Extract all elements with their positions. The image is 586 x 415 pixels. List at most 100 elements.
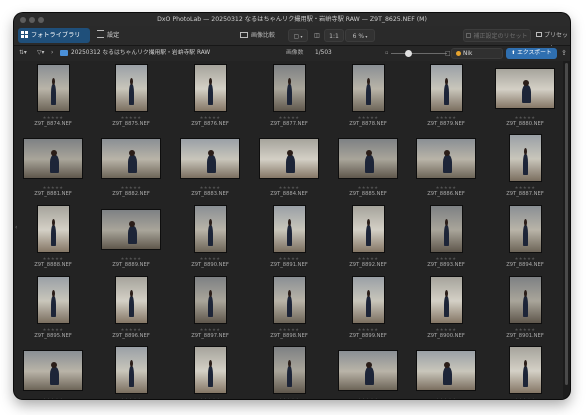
thumbnail-cell[interactable]: ★★★★★ Z9T_8890.NEF: [171, 205, 249, 272]
thumbnail-cell[interactable]: ★★★★★ Z9T_8892.NEF: [329, 205, 407, 272]
thumbnail-cell[interactable]: ★★★★★Z9T_8907.NEF: [407, 347, 485, 399]
rating-stars[interactable]: ★★★★★: [486, 185, 563, 190]
filter-icon[interactable]: ▽▾: [37, 46, 44, 61]
thumbnail-image[interactable]: [416, 137, 476, 179]
thumbnail-image[interactable]: [272, 64, 306, 112]
thumbnail-image[interactable]: [272, 205, 306, 253]
thumbnail-cell[interactable]: ★★★★★ Z9T_8877.NEF: [250, 64, 328, 131]
rating-stars[interactable]: ★★★★★: [407, 185, 485, 190]
left-panel-arrow-icon[interactable]: ‹: [15, 225, 17, 231]
preset-button[interactable]: プリセット: [534, 29, 570, 52]
thumbnail-cell[interactable]: ★★★★★ Z9T_8876.NEF: [171, 64, 249, 131]
thumbnail-image[interactable]: [114, 346, 148, 394]
thumbnail-image[interactable]: [193, 205, 227, 253]
tab-settings[interactable]: 設定: [94, 28, 142, 43]
thumbnail-image[interactable]: [193, 346, 227, 394]
rating-stars[interactable]: ★★★★★: [14, 397, 92, 399]
thumbnail-cell[interactable]: ★★★★★ Z9T_8894.NEF: [486, 205, 563, 272]
thumbnail-image[interactable]: [416, 349, 476, 391]
thumbnail-cell[interactable]: ★★★★★ Z9T_8896.NEF: [92, 276, 170, 343]
rating-stars[interactable]: ★★★★★: [486, 397, 563, 399]
zoom-dropdown[interactable]: 6 % ▾: [345, 29, 375, 42]
rating-stars[interactable]: ★★★★★: [171, 185, 249, 190]
thumbnail-cell[interactable]: ★★★★★ Z9T_8874.NEF: [14, 64, 92, 131]
rating-stars[interactable]: ★★★★★: [250, 327, 328, 332]
zoom-in-icon[interactable]: □: [445, 46, 451, 61]
rating-stars[interactable]: ★★★★★: [486, 115, 563, 120]
nik-collection-button[interactable]: Nik Collection: [451, 48, 503, 68]
thumbnail-image[interactable]: [351, 205, 385, 253]
thumbnail-image[interactable]: [36, 276, 70, 324]
rating-stars[interactable]: ★★★★★: [92, 115, 170, 120]
export-button[interactable]: ⬆ エクスポート: [506, 48, 557, 59]
thumbnail-image[interactable]: [508, 134, 542, 182]
thumbnail-cell[interactable]: ★★★★★ Z9T_8899.NEF: [329, 276, 407, 343]
rating-stars[interactable]: ★★★★★: [486, 256, 563, 261]
rating-stars[interactable]: ★★★★★: [92, 256, 170, 261]
thumbnail-image[interactable]: [36, 64, 70, 112]
thumbnail-image[interactable]: [272, 276, 306, 324]
rating-stars[interactable]: ★★★★★: [329, 397, 407, 399]
thumbnail-cell[interactable]: ★★★★★ Z9T_8881.NEF: [14, 135, 92, 201]
rating-stars[interactable]: ★★★★★: [92, 327, 170, 332]
thumbnail-cell[interactable]: ★★★★★ Z9T_8886.NEF: [407, 135, 485, 201]
thumbnail-image[interactable]: [193, 64, 227, 112]
thumbnail-image[interactable]: [23, 137, 83, 179]
thumbnail-image[interactable]: [508, 276, 542, 324]
rating-stars[interactable]: ★★★★★: [486, 327, 563, 332]
thumbnail-image[interactable]: [180, 137, 240, 179]
compare-split-icon[interactable]: ◫: [311, 29, 323, 42]
thumbnail-cell[interactable]: ★★★★★Z9T_8905.NEF: [250, 346, 328, 399]
thumbnail-image[interactable]: [36, 205, 70, 253]
thumbnail-image[interactable]: [114, 276, 148, 324]
thumbnail-cell[interactable]: ★★★★★ Z9T_8884.NEF: [250, 135, 328, 201]
thumbnail-cell[interactable]: ★★★★★ Z9T_8888.NEF: [14, 205, 92, 272]
thumbnail-cell[interactable]: ★★★★★ Z9T_8900.NEF: [407, 276, 485, 343]
rating-stars[interactable]: ★★★★★: [92, 185, 170, 190]
rating-stars[interactable]: ★★★★★: [329, 115, 407, 120]
thumbnail-image[interactable]: [338, 349, 398, 391]
thumbnail-cell[interactable]: ★★★★★ Z9T_8895.NEF: [14, 276, 92, 343]
reset-corrections-button[interactable]: 補正設定のリセット: [463, 29, 531, 42]
rating-stars[interactable]: ★★★★★: [250, 256, 328, 261]
rating-stars[interactable]: ★★★★★: [329, 327, 407, 332]
thumbnail-image[interactable]: [508, 346, 542, 394]
rating-stars[interactable]: ★★★★★: [14, 256, 92, 261]
thumbnail-cell[interactable]: ★★★★★Z9T_8904.NEF: [171, 346, 249, 399]
thumbnail-image[interactable]: [351, 64, 385, 112]
thumbnail-cell[interactable]: ★★★★★ Z9T_8875.NEF: [92, 64, 170, 131]
thumbnail-cell[interactable]: ★★★★★Z9T_8906.NEF: [329, 347, 407, 399]
thumbnail-cell[interactable]: ★★★★★Z9T_8908.NEF: [486, 346, 563, 399]
rating-stars[interactable]: ★★★★★: [171, 256, 249, 261]
thumbnail-cell[interactable]: ★★★★★ Z9T_8887.NEF: [486, 134, 563, 201]
grid-scrollbar[interactable]: [563, 61, 570, 399]
thumbnail-cell[interactable]: ★★★★★ Z9T_8891.NEF: [250, 205, 328, 272]
rating-stars[interactable]: ★★★★★: [14, 115, 92, 120]
thumbnail-cell[interactable]: ★★★★★Z9T_8903.NEF: [92, 346, 170, 399]
ratio-button[interactable]: 1:1: [324, 29, 344, 42]
thumbnail-cell[interactable]: ★★★★★ Z9T_8885.NEF: [329, 135, 407, 201]
thumbnail-image[interactable]: [101, 208, 161, 250]
thumbnail-image[interactable]: [351, 276, 385, 324]
compare-button[interactable]: 画像比較: [240, 29, 284, 42]
rating-stars[interactable]: ★★★★★: [171, 327, 249, 332]
thumbnail-cell[interactable]: ★★★★★ Z9T_8882.NEF: [92, 135, 170, 201]
rating-stars[interactable]: ★★★★★: [407, 397, 485, 399]
rating-stars[interactable]: ★★★★★: [329, 256, 407, 261]
thumbnail-size-slider[interactable]: [391, 53, 447, 54]
thumbnail-cell[interactable]: ★★★★★ Z9T_8880.NEF: [486, 65, 563, 131]
rating-stars[interactable]: ★★★★★: [92, 397, 170, 399]
rating-stars[interactable]: ★★★★★: [171, 115, 249, 120]
rating-stars[interactable]: ★★★★★: [329, 185, 407, 190]
rating-stars[interactable]: ★★★★★: [14, 185, 92, 190]
thumbnail-cell[interactable]: ★★★★★ Z9T_8901.NEF: [486, 276, 563, 343]
scrollbar-thumb[interactable]: [565, 63, 568, 385]
thumbnail-cell[interactable]: ★★★★★ Z9T_8878.NEF: [329, 64, 407, 131]
thumbnail-cell[interactable]: ★★★★★ Z9T_8897.NEF: [171, 276, 249, 343]
thumbnail-image[interactable]: [338, 137, 398, 179]
rating-stars[interactable]: ★★★★★: [407, 115, 485, 120]
thumbnail-image[interactable]: [429, 276, 463, 324]
thumbnail-image[interactable]: [193, 276, 227, 324]
thumbnail-image[interactable]: [429, 205, 463, 253]
thumbnail-image[interactable]: [429, 64, 463, 112]
